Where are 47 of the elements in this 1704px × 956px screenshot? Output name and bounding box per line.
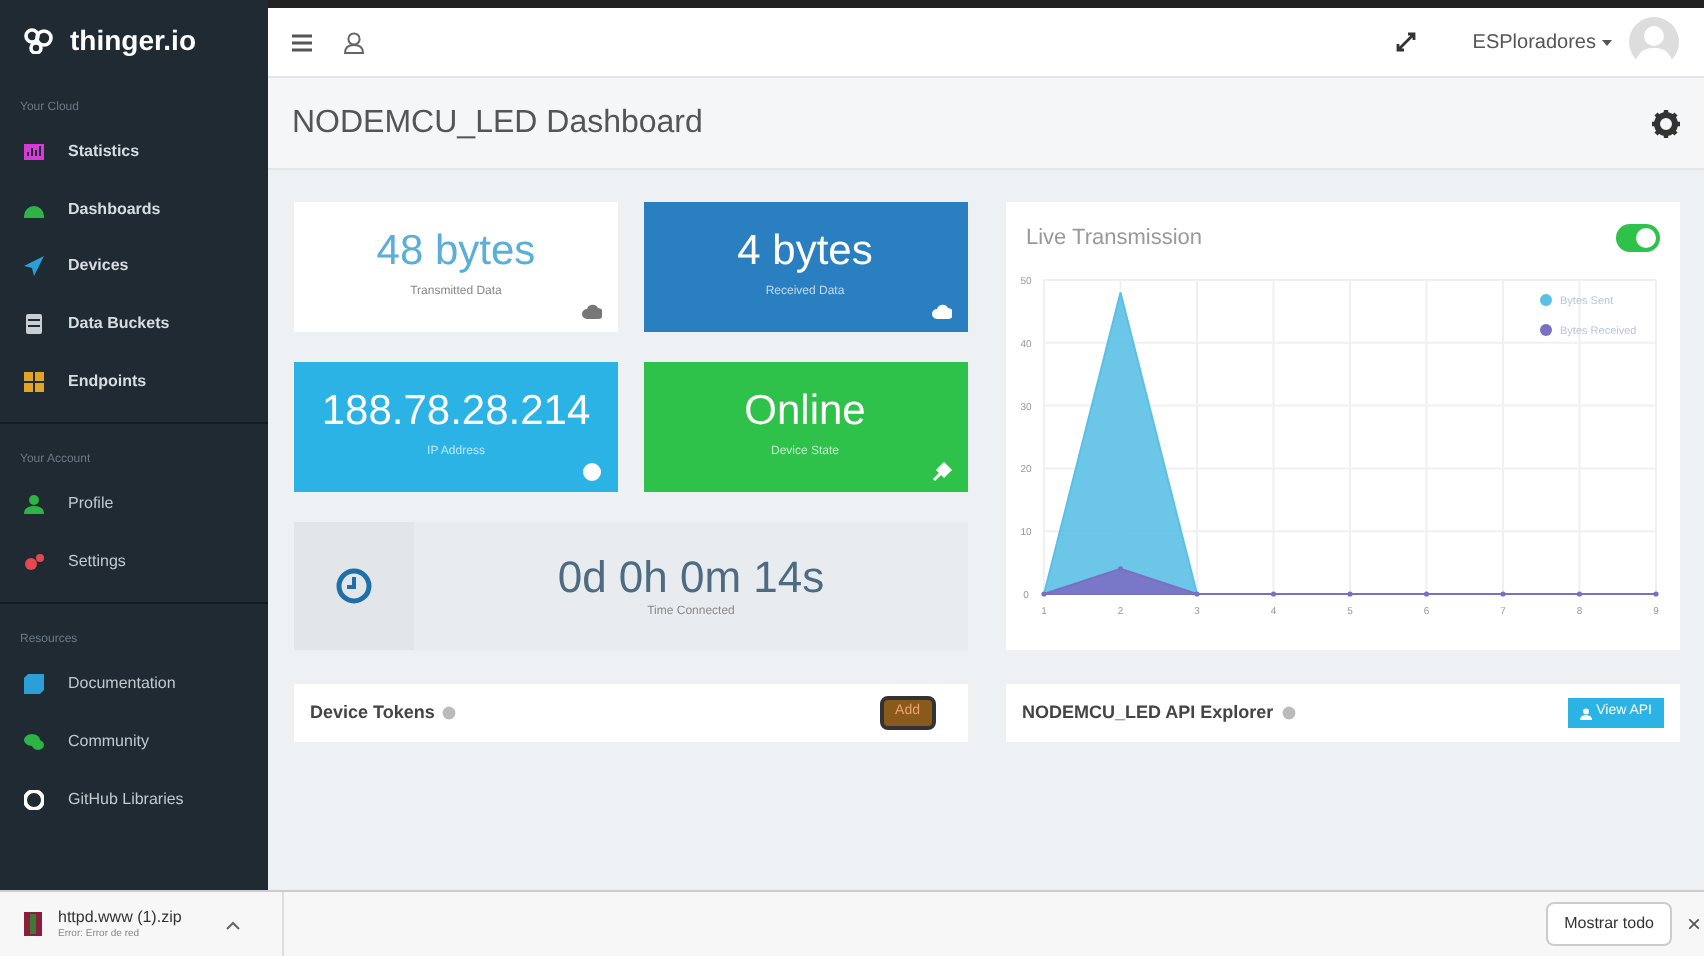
info-icon [442, 706, 457, 720]
data-point [1347, 590, 1353, 596]
clock-icon [336, 568, 372, 604]
data-point [1653, 590, 1659, 596]
stat-value: 4 bytes [737, 230, 873, 272]
user-menu[interactable]: ESPloradores [1472, 27, 1596, 57]
info-icon [1281, 706, 1296, 720]
settings-icon[interactable] [1652, 109, 1680, 137]
data-point [1270, 590, 1277, 596]
toggle-switch[interactable] [1616, 224, 1660, 253]
sidebar-item[interactable]: Profile [0, 475, 268, 534]
plug-icon [931, 462, 951, 482]
file-name[interactable]: httpd.www (1).zip [58, 909, 182, 925]
stat-value: 188.78.28.214 [321, 390, 591, 432]
sidebar-item[interactable]: Devices [0, 238, 268, 296]
data-point [1041, 590, 1047, 596]
data-point [1194, 590, 1200, 596]
chart-title: Live Transmission [1026, 224, 1203, 254]
expand-icon[interactable] [1396, 32, 1417, 52]
time-value: 0d 0h 0m 14s [557, 549, 825, 605]
sidebar-item[interactable]: Endpoints [0, 352, 268, 410]
page-title: NODEMCU_LED Dashboard [292, 103, 705, 143]
caret-icon[interactable] [1602, 39, 1612, 45]
chevron-up-icon[interactable] [225, 919, 240, 929]
panel-title: NODEMCU_LED API Explorer [1022, 699, 1274, 726]
stat-value: Online [744, 390, 866, 432]
file-icon [24, 912, 42, 936]
data-point [1576, 590, 1583, 596]
sidebar-item[interactable]: Dashboards [0, 181, 268, 239]
logo-icon [24, 27, 54, 53]
sidebar-item[interactable]: Statistics [0, 124, 268, 182]
menu-icon[interactable] [292, 33, 312, 51]
close-button[interactable]: × [1684, 912, 1704, 936]
stat-value: 48 bytes [376, 230, 536, 272]
user-icon[interactable] [344, 31, 364, 53]
person-icon [1580, 707, 1593, 719]
data-point [1423, 590, 1430, 596]
sidebar-item[interactable]: Documentation [0, 656, 268, 714]
sidebar-item[interactable]: Data Buckets [0, 295, 268, 353]
data-point [1500, 590, 1506, 596]
data-point [1117, 565, 1124, 571]
show-all-button[interactable]: Mostrar todo [1546, 902, 1672, 946]
panel-title: Device Tokens [310, 699, 435, 726]
sidebar-item[interactable]: GitHub Libraries [0, 770, 268, 828]
sidebar-item[interactable]: Settings [0, 533, 268, 591]
sidebar-item[interactable]: Community [0, 713, 268, 771]
logo-text: thinger.io [70, 21, 196, 60]
